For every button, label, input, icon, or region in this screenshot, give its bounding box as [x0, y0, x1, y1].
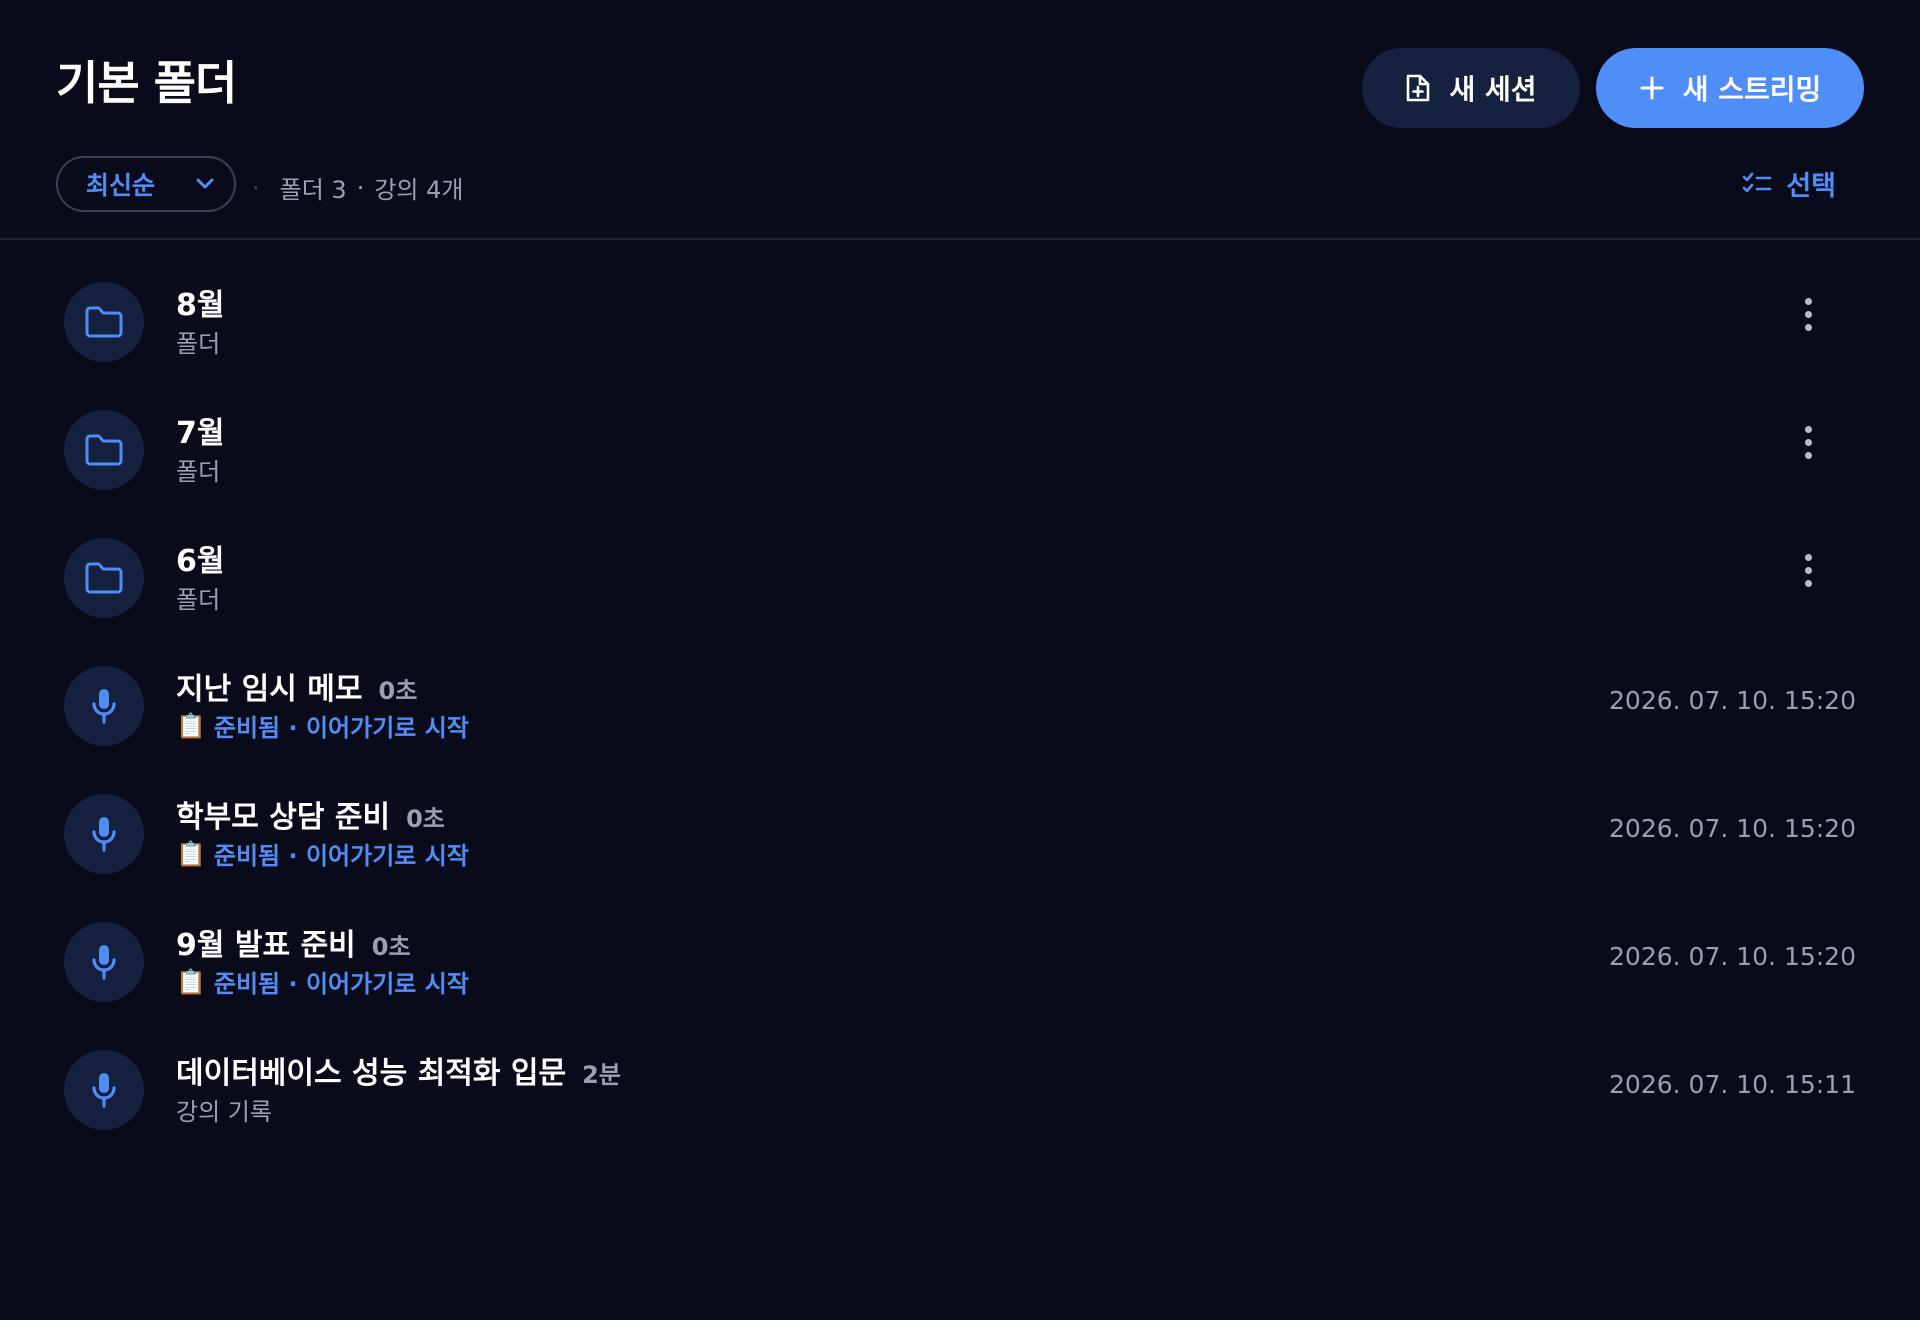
folder-avatar — [64, 282, 144, 362]
microphone-icon — [92, 689, 116, 724]
clipboard-icon: 📋 — [176, 839, 206, 868]
lecture-row[interactable]: 지난 임시 메모 0초 📋 준비됨 · 이어가기로 시작 2026. 07. 1… — [0, 634, 1920, 762]
lecture-status-text: 준비됨 · 이어가기로 시작 — [213, 842, 469, 870]
more-options-button[interactable] — [1792, 416, 1824, 468]
folder-name-text: 6월 — [176, 544, 225, 579]
lecture-subtitle: 강의 기록 — [176, 1098, 272, 1126]
lecture-title-text: 지난 임시 메모 — [176, 672, 363, 707]
new-session-label: 새 세션 — [1449, 73, 1537, 106]
lecture-status[interactable]: 📋 준비됨 · 이어가기로 시작 — [176, 708, 469, 743]
sort-select[interactable]: 최신순 — [56, 156, 236, 212]
more-dot — [1804, 579, 1812, 587]
lecture-status-text: 준비됨 · 이어가기로 시작 — [213, 970, 469, 998]
lecture-avatar — [64, 794, 144, 874]
lecture-title: 9월 발표 준비 0초 — [176, 920, 411, 964]
select-label: 선택 — [1786, 171, 1836, 202]
folder-name: 8월 — [176, 280, 224, 324]
file-plus-icon — [1407, 74, 1430, 102]
folder-name-text: 8월 — [176, 288, 225, 323]
folder-type-label: 폴더 — [176, 330, 221, 358]
lecture-avatar — [64, 666, 144, 746]
microphone-icon — [92, 817, 116, 852]
folder-avatar — [64, 538, 144, 618]
new-session-button[interactable]: 새 세션 — [1362, 48, 1580, 128]
item-list: 8월 폴더 7월 폴더 6월 폴더 지난 임시 메모 0초 📋 준비됨 · 이어… — [0, 250, 1920, 1146]
folder-summary: · 폴더 3 · 강의 4개 — [252, 170, 463, 205]
microphone-icon — [92, 945, 116, 980]
lecture-date: 2026. 07. 10. 15:20 — [1609, 942, 1856, 971]
sort-value: 최신순 — [86, 171, 156, 200]
more-dot — [1804, 438, 1812, 446]
new-streaming-label: 새 스트리밍 — [1682, 73, 1822, 106]
page-header: 기본 폴더 새 세션 새 스트리밍 최신순 · 폴더 3 · 강의 4개 선택 — [0, 0, 1920, 240]
lecture-row[interactable]: 데이터베이스 성능 최적화 입문 2분 강의 기록 2026. 07. 10. … — [0, 1018, 1920, 1146]
clipboard-icon: 📋 — [176, 711, 206, 740]
folder-icon — [85, 306, 123, 338]
lecture-title: 학부모 상담 준비 0초 — [176, 792, 445, 836]
plus-icon — [1640, 76, 1664, 100]
chevron-down-icon — [196, 178, 214, 189]
folder-row[interactable]: 8월 폴더 — [0, 250, 1920, 378]
folder-row[interactable]: 7월 폴더 — [0, 378, 1920, 506]
folder-name-text: 7월 — [176, 416, 225, 451]
more-options-button[interactable] — [1792, 288, 1824, 340]
new-streaming-button[interactable]: 새 스트리밍 — [1596, 48, 1864, 128]
lecture-status[interactable]: 📋 준비됨 · 이어가기로 시작 — [176, 964, 469, 999]
lecture-date: 2026. 07. 10. 15:20 — [1609, 686, 1856, 715]
summary-separator: · — [356, 173, 365, 202]
lecture-title: 데이터베이스 성능 최적화 입문 2분 — [176, 1048, 621, 1092]
more-dot — [1804, 566, 1812, 574]
microphone-icon — [92, 1073, 116, 1108]
lecture-title: 지난 임시 메모 0초 — [176, 664, 417, 708]
lecture-row[interactable]: 학부모 상담 준비 0초 📋 준비됨 · 이어가기로 시작 2026. 07. … — [0, 762, 1920, 890]
folder-row[interactable]: 6월 폴더 — [0, 506, 1920, 634]
page-title: 기본 폴더 — [56, 56, 237, 110]
lecture-title-text: 데이터베이스 성능 최적화 입문 — [176, 1056, 567, 1091]
page: 기본 폴더 새 세션 새 스트리밍 최신순 · 폴더 3 · 강의 4개 선택 … — [0, 0, 1920, 1320]
clipboard-icon: 📋 — [176, 967, 206, 996]
folder-type-label: 폴더 — [176, 458, 221, 486]
folder-avatar — [64, 410, 144, 490]
folder-name: 7월 — [176, 408, 224, 452]
lecture-date: 2026. 07. 10. 15:20 — [1609, 814, 1856, 843]
checklist-icon — [1743, 172, 1772, 192]
lecture-status-text: 준비됨 · 이어가기로 시작 — [213, 714, 469, 742]
folder-icon — [85, 434, 123, 466]
summary-lectures: 강의 4개 — [374, 176, 464, 204]
lecture-duration: 0초 — [371, 933, 411, 961]
folder-name: 6월 — [176, 536, 224, 580]
more-dot — [1804, 297, 1812, 305]
folder-type-label: 폴더 — [176, 586, 221, 614]
lecture-date: 2026. 07. 10. 15:11 — [1609, 1070, 1856, 1099]
lecture-duration: 2분 — [582, 1061, 621, 1089]
summary-divider: · — [252, 173, 260, 202]
select-button[interactable]: 선택 — [1742, 164, 1836, 203]
lecture-avatar — [64, 1050, 144, 1130]
more-dot — [1804, 310, 1812, 318]
more-dot — [1804, 451, 1812, 459]
lecture-avatar — [64, 922, 144, 1002]
lecture-title-text: 9월 발표 준비 — [176, 928, 356, 963]
lecture-status[interactable]: 📋 준비됨 · 이어가기로 시작 — [176, 836, 469, 871]
folder-icon — [85, 562, 123, 594]
summary-folders: 폴더 3 — [279, 176, 347, 204]
lecture-title-text: 학부모 상담 준비 — [176, 800, 391, 835]
more-dot — [1804, 553, 1812, 561]
more-dot — [1804, 425, 1812, 433]
lecture-duration: 0초 — [378, 677, 418, 705]
more-options-button[interactable] — [1792, 544, 1824, 596]
lecture-row[interactable]: 9월 발표 준비 0초 📋 준비됨 · 이어가기로 시작 2026. 07. 1… — [0, 890, 1920, 1018]
more-dot — [1804, 323, 1812, 331]
lecture-duration: 0초 — [406, 805, 445, 833]
